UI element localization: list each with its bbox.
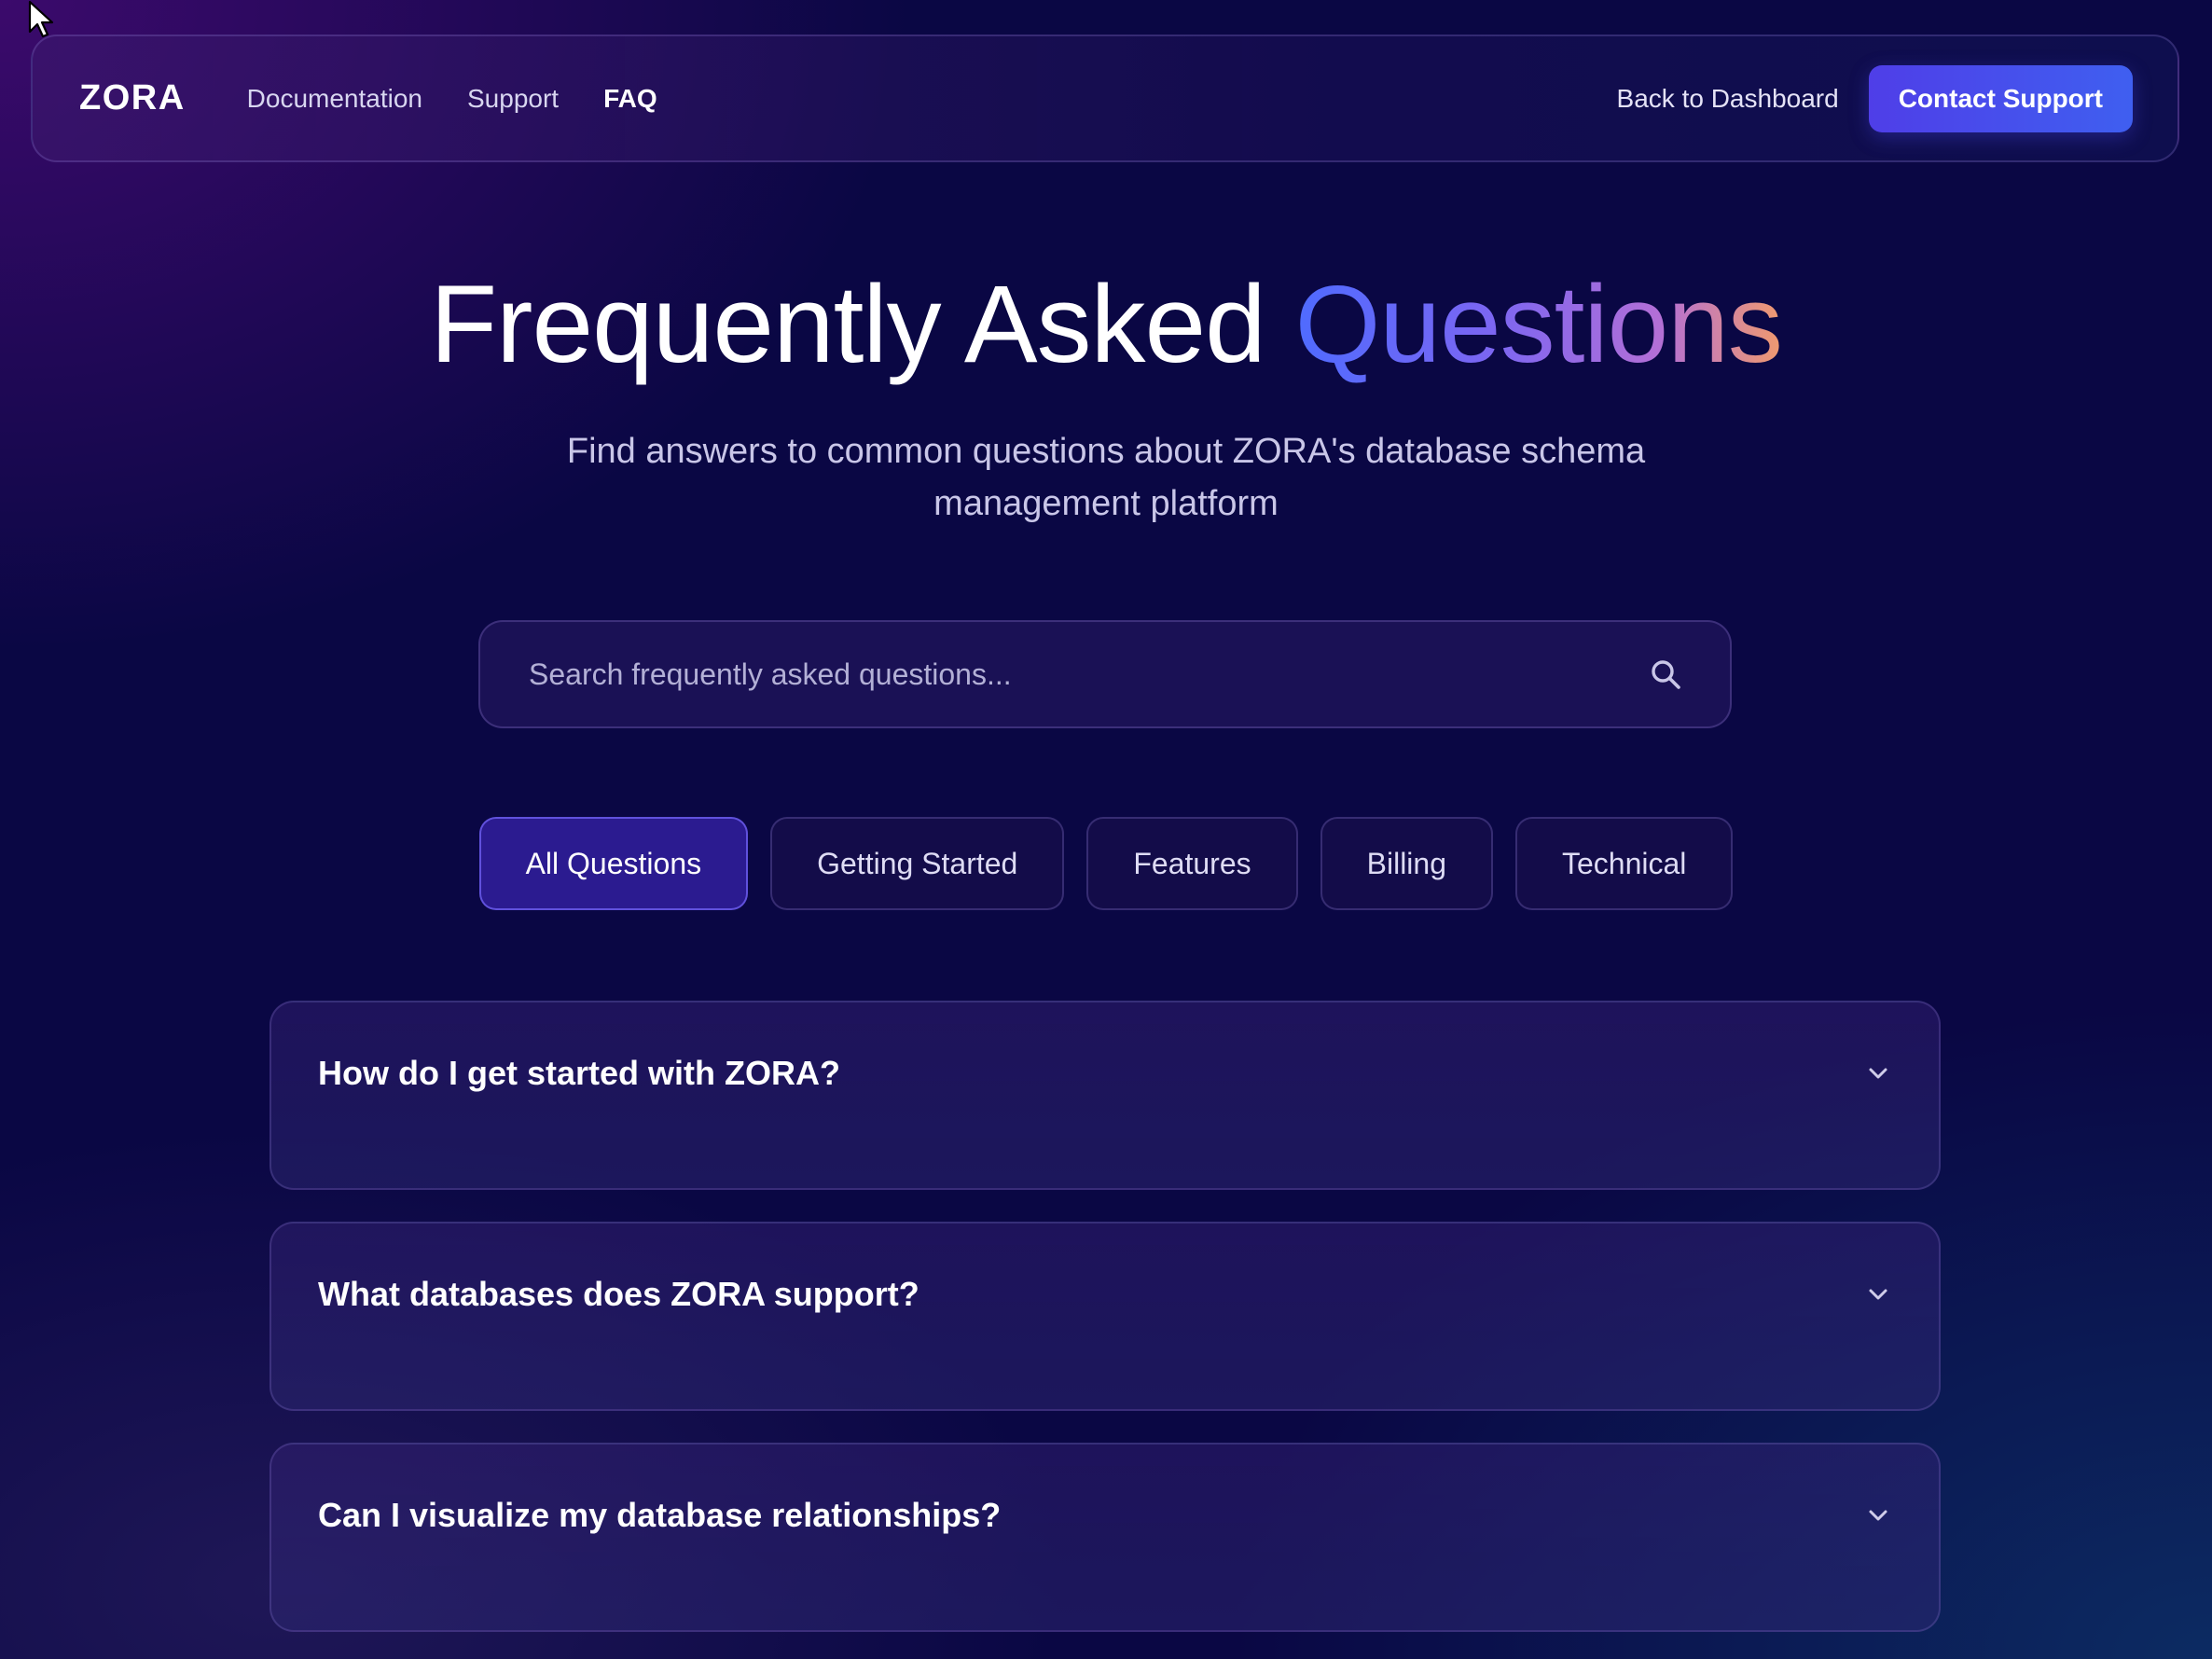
chevron-down-icon[interactable] [1864, 1059, 1892, 1087]
page-subtitle: Find answers to common questions about Z… [566, 432, 1646, 523]
category-getting-started[interactable]: Getting Started [770, 817, 1065, 910]
nav-actions: Back to Dashboard Contact Support [1617, 64, 2133, 132]
contact-support-button[interactable]: Contact Support [1868, 64, 2133, 132]
faq-item-header: How do I get started with ZORA? [318, 1002, 1892, 1144]
nav-link-documentation[interactable]: Documentation [247, 84, 422, 114]
search-icon[interactable] [1648, 657, 1683, 692]
category-filters: All Questions Getting Started Features B… [0, 817, 2212, 910]
faq-item-header: Can I visualize my database relationship… [318, 1445, 1892, 1586]
page-title-accent: Questions [1294, 263, 1783, 386]
faq-item[interactable]: Can I visualize my database relationship… [270, 1443, 1941, 1632]
faq-question: Can I visualize my database relationship… [318, 1496, 1002, 1534]
top-navbar: ZORA Documentation Support FAQ Back to D… [31, 35, 2179, 162]
page-title-plain: Frequently Asked [430, 263, 1266, 386]
faq-list: How do I get started with ZORA? What dat… [270, 1001, 1941, 1632]
faq-search-box [478, 620, 1732, 728]
nav-links: Documentation Support FAQ [247, 84, 657, 114]
faq-question: What databases does ZORA support? [318, 1275, 919, 1313]
faq-item[interactable]: How do I get started with ZORA? [270, 1001, 1941, 1190]
faq-item-header: What databases does ZORA support? [318, 1224, 1892, 1365]
page-title: Frequently Asked Questions [0, 259, 2212, 390]
faq-question: How do I get started with ZORA? [318, 1054, 840, 1092]
chevron-down-icon[interactable] [1864, 1501, 1892, 1529]
faq-item[interactable]: What databases does ZORA support? [270, 1222, 1941, 1411]
nav-link-support[interactable]: Support [467, 84, 559, 114]
category-features[interactable]: Features [1086, 817, 1298, 910]
mouse-pointer-icon [28, 0, 54, 38]
category-billing[interactable]: Billing [1320, 817, 1493, 910]
chevron-down-icon[interactable] [1864, 1280, 1892, 1308]
faq-search-input[interactable] [527, 656, 1648, 693]
category-technical[interactable]: Technical [1515, 817, 1734, 910]
brand-logo[interactable]: ZORA [79, 78, 186, 118]
category-all-questions[interactable]: All Questions [478, 817, 749, 910]
back-to-dashboard-link[interactable]: Back to Dashboard [1617, 84, 1839, 114]
nav-link-faq[interactable]: FAQ [603, 84, 657, 114]
